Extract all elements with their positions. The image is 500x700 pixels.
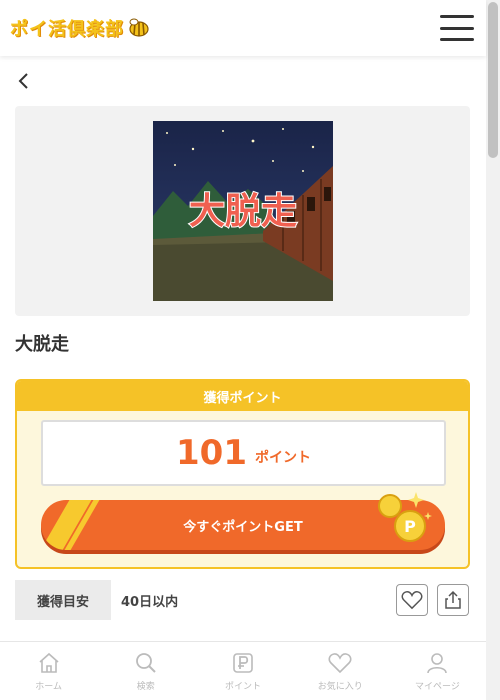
offer-thumbnail[interactable]: 大脱走 [153, 121, 333, 301]
hamburger-menu-button[interactable] [440, 15, 474, 41]
estimate-value: 40日以内 [121, 594, 179, 610]
points-heading: 獲得ポイント [17, 381, 468, 411]
nav-item-search[interactable]: 検索 [97, 642, 194, 700]
search-icon [135, 652, 156, 673]
point-icon [233, 652, 253, 673]
app-header: ポイ活倶楽部 [0, 0, 486, 56]
back-chevron-icon[interactable] [14, 70, 36, 92]
menu-bar [440, 26, 474, 30]
bottom-nav: ホーム 検索 ポイント お気に入り マイページ [0, 641, 486, 700]
nav-label: 検索 [136, 681, 155, 692]
nav-item-mypage[interactable]: マイページ [389, 642, 486, 700]
nav-label: ポイント [225, 681, 262, 692]
points-number: 101 [176, 433, 247, 473]
logo-text: ポイ活倶楽部 [10, 19, 124, 40]
heart-icon [401, 591, 423, 610]
user-icon [427, 652, 448, 673]
points-unit: ポイント [254, 450, 311, 466]
home-icon [39, 652, 59, 673]
nav-label: ホーム [35, 681, 62, 692]
menu-bar [440, 38, 474, 41]
offer-title: 大脱走 [15, 334, 69, 355]
nav-item-favorites[interactable]: お気に入り [292, 642, 389, 700]
offer-image-panel: 大脱走 [15, 106, 470, 316]
thumbnail-title-text: 大脱走 [189, 191, 297, 232]
site-logo[interactable]: ポイ活倶楽部 [10, 15, 150, 41]
nav-label: お気に入り [317, 681, 363, 692]
estimate-label: 獲得目安 [15, 580, 111, 620]
heart-icon [328, 652, 352, 673]
share-icon [445, 590, 461, 609]
get-points-button-label: 今すぐポイントGET [183, 519, 303, 535]
share-button[interactable] [437, 584, 469, 616]
menu-bar [440, 15, 474, 18]
svg-text:P: P [404, 517, 416, 536]
scrollbar-thumb[interactable] [488, 2, 498, 158]
nav-item-home[interactable]: ホーム [0, 642, 97, 700]
coins-icon: P [378, 492, 432, 542]
bee-icon [129, 18, 149, 37]
nav-item-point[interactable]: ポイント [194, 642, 291, 700]
points-value-box: 101 ポイント [41, 420, 446, 486]
favorite-button[interactable] [396, 584, 428, 616]
nav-label: マイページ [415, 681, 460, 692]
scrollbar[interactable] [486, 0, 500, 700]
